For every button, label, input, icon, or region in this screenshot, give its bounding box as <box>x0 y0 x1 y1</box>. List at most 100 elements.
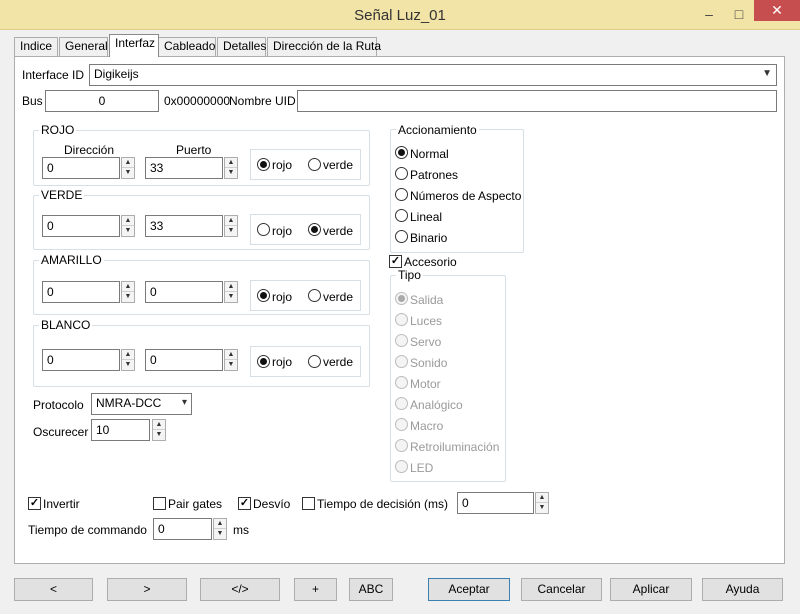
abc-button[interactable]: ABC <box>349 578 393 601</box>
tiempo-commando-unit: ms <box>233 523 249 537</box>
tipo-radio-luces[interactable] <box>395 313 408 326</box>
tipo-label-sonido: Sonido <box>410 356 448 370</box>
tab-cableado[interactable]: Cableado <box>158 37 216 56</box>
oscurecer-spinner[interactable]: ▲ ▼ <box>152 419 166 441</box>
interface-id-select[interactable]: Digikeijs ▼ <box>89 64 777 86</box>
rojo-direccion-input[interactable]: 0 <box>42 157 120 179</box>
accionamiento-radio-binario[interactable] <box>395 230 408 243</box>
tipo-radio-servo[interactable] <box>395 334 408 347</box>
puerto-header: Puerto <box>176 143 212 157</box>
blanco-direccion-spinner[interactable]: ▲ ▼ <box>121 349 135 371</box>
code-button[interactable]: </> <box>200 578 280 601</box>
verde-radio-verde-label: verde <box>323 224 354 238</box>
tipo-label-servo: Servo <box>410 335 442 349</box>
tab-indice[interactable]: Indice <box>14 37 58 56</box>
tiempo-decision-spinner[interactable]: ▲ ▼ <box>535 492 549 514</box>
direccion-header: Dirección <box>64 143 115 157</box>
prev-button[interactable]: < <box>14 578 93 601</box>
tipo-radio-retroiluminacion[interactable] <box>395 439 408 452</box>
blanco-direccion-input[interactable]: 0 <box>42 349 120 371</box>
verde-puerto-input[interactable]: 33 <box>145 215 223 237</box>
desvio-checkbox[interactable]: ✓ <box>238 497 251 510</box>
apply-button[interactable]: Aplicar <box>610 578 692 601</box>
tipo-radio-motor[interactable] <box>395 376 408 389</box>
protocolo-select[interactable]: NMRA-DCC ▾ <box>91 393 192 415</box>
blanco-radio-rojo[interactable] <box>257 355 270 368</box>
pair-gates-label: Pair gates <box>168 497 223 511</box>
tiempo-commando-label: Tiempo de commando <box>28 523 147 537</box>
verde-direccion-input[interactable]: 0 <box>42 215 120 237</box>
next-button[interactable]: > <box>107 578 187 601</box>
rojo-radio-rojo[interactable] <box>257 158 270 171</box>
uid-input[interactable] <box>297 90 777 112</box>
amarillo-radio-rojo[interactable] <box>257 289 270 302</box>
verde-direccion-spinner[interactable]: ▲ ▼ <box>121 215 135 237</box>
protocolo-value: NMRA-DCC <box>96 396 162 410</box>
tiempo-decision-input[interactable]: 0 <box>457 492 534 514</box>
window-title: Señal Luz_01 <box>354 7 446 24</box>
tipo-radio-analogico[interactable] <box>395 397 408 410</box>
accept-button[interactable]: Aceptar <box>428 578 510 601</box>
minimize-button[interactable]: – <box>694 0 724 30</box>
verde-title: VERDE <box>39 188 85 202</box>
amarillo-direccion-spinner[interactable]: ▲ ▼ <box>121 281 135 303</box>
tipo-label-macro: Macro <box>410 419 444 433</box>
blanco-puerto-input[interactable]: 0 <box>145 349 223 371</box>
rojo-direccion-spinner[interactable]: ▲ ▼ <box>121 157 135 179</box>
tab-interfaz[interactable]: Interfaz <box>109 34 159 57</box>
invertir-checkbox[interactable]: ✓ <box>28 497 41 510</box>
chevron-down-icon: ▼ <box>762 68 772 79</box>
rojo-radio-verde-label: verde <box>323 158 354 172</box>
interface-id-value: Digikeijs <box>94 67 139 81</box>
tipo-label-analogico: Analógico <box>410 398 463 412</box>
add-button[interactable]: + <box>294 578 337 601</box>
bus-hex: 0x00000000 <box>164 94 231 108</box>
accionamiento-radio-lineal[interactable] <box>395 209 408 222</box>
accionamiento-radio-normal[interactable] <box>395 146 408 159</box>
tipo-radio-sonido[interactable] <box>395 355 408 368</box>
oscurecer-input[interactable]: 10 <box>91 419 150 441</box>
maximize-button[interactable]: □ <box>724 0 754 30</box>
uid-label: Nombre UID <box>229 94 296 108</box>
accionamiento-radio-patrones[interactable] <box>395 167 408 180</box>
tab-direccion-ruta[interactable]: Dirección de la Ruta <box>267 37 381 56</box>
tab-detalles[interactable]: Detalles <box>217 37 266 56</box>
tipo-radio-salida[interactable] <box>395 292 408 305</box>
blanco-puerto-spinner[interactable]: ▲ ▼ <box>224 349 238 371</box>
pair-gates-checkbox[interactable] <box>153 497 166 510</box>
tipo-label-led: LED <box>410 461 434 475</box>
tipo-label-retroiluminacion: Retroiluminación <box>410 440 500 454</box>
amarillo-radio-verde-label: verde <box>323 290 354 304</box>
verde-puerto-spinner[interactable]: ▲ ▼ <box>224 215 238 237</box>
tiempo-commando-input[interactable]: 0 <box>153 518 212 540</box>
amarillo-puerto-spinner[interactable]: ▲ ▼ <box>224 281 238 303</box>
chevron-down-icon: ▾ <box>181 397 187 408</box>
interface-id-label: Interface ID <box>22 68 85 82</box>
accionamiento-label-patrones: Patrones <box>410 168 459 182</box>
rojo-puerto-input[interactable]: 33 <box>145 157 223 179</box>
rojo-puerto-spinner[interactable]: ▲ ▼ <box>224 157 238 179</box>
amarillo-puerto-input[interactable]: 0 <box>145 281 223 303</box>
accionamiento-label-lineal: Lineal <box>410 210 443 224</box>
amarillo-direccion-input[interactable]: 0 <box>42 281 120 303</box>
desvio-label: Desvío <box>253 497 291 511</box>
close-button[interactable]: ✕ <box>754 0 800 21</box>
blanco-radio-verde[interactable] <box>308 355 321 368</box>
bus-input[interactable]: 0 <box>45 90 159 112</box>
tipo-radio-led[interactable] <box>395 460 408 473</box>
help-button[interactable]: Ayuda <box>702 578 783 601</box>
tiempo-commando-spinner[interactable]: ▲ ▼ <box>213 518 227 540</box>
verde-radio-rojo[interactable] <box>257 223 270 236</box>
amarillo-title: AMARILLO <box>39 253 104 267</box>
accionamiento-radio-numeros[interactable] <box>395 188 408 201</box>
verde-radio-verde[interactable] <box>308 223 321 236</box>
tipo-label-salida: Salida <box>410 293 444 307</box>
blanco-title: BLANCO <box>39 318 93 332</box>
accesorio-checkbox[interactable]: ✓ <box>389 255 402 268</box>
tab-general[interactable]: General <box>59 37 108 56</box>
tiempo-decision-checkbox[interactable] <box>302 497 315 510</box>
amarillo-radio-verde[interactable] <box>308 289 321 302</box>
rojo-radio-verde[interactable] <box>308 158 321 171</box>
cancel-button[interactable]: Cancelar <box>521 578 602 601</box>
tipo-radio-macro[interactable] <box>395 418 408 431</box>
